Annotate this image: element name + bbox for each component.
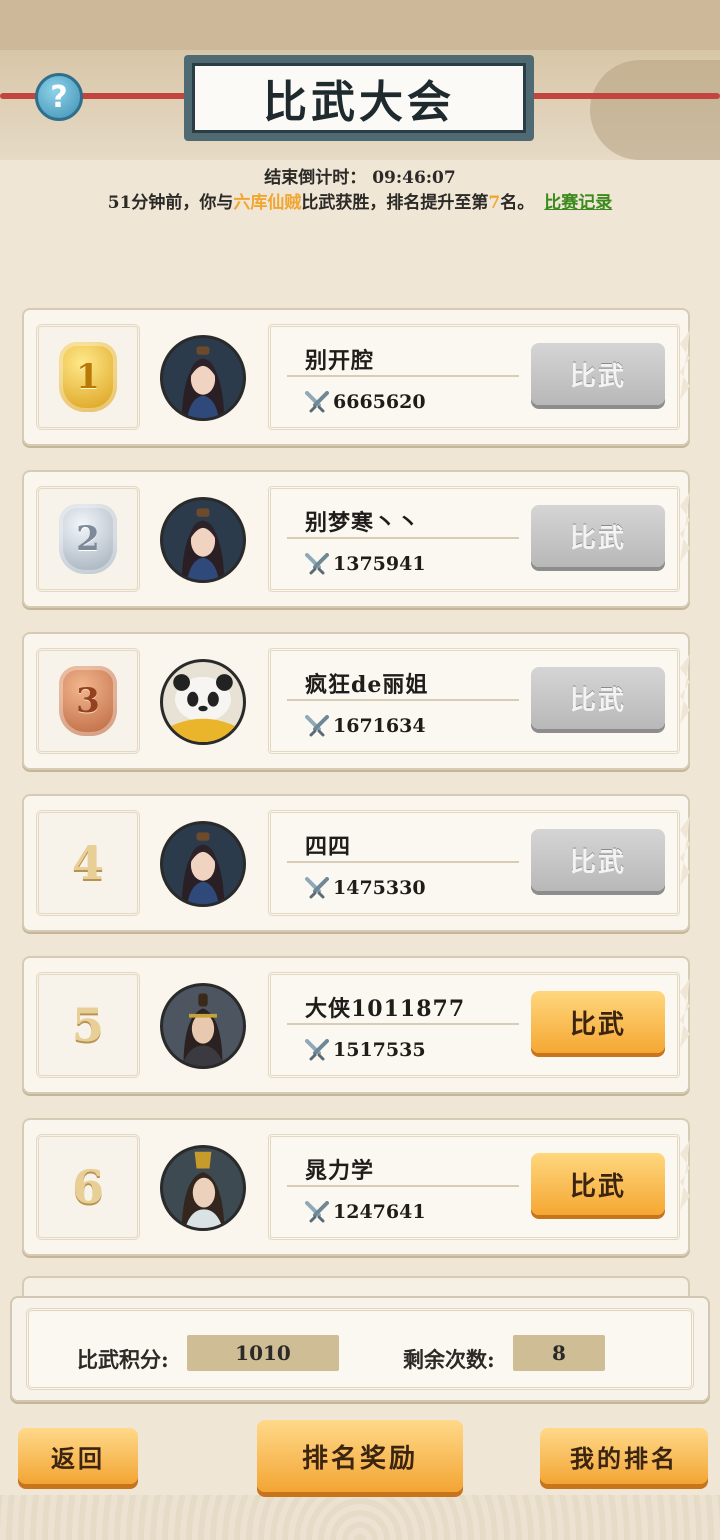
rank-badge: 2 xyxy=(36,486,140,592)
challenge-button[interactable]: 比武 xyxy=(531,1153,665,1215)
player-info: 别开腔 6665620 比武 xyxy=(268,324,680,430)
player-info: 别梦寒丶丶 1375941 比武 xyxy=(268,486,680,592)
challenge-button[interactable]: 比武 xyxy=(531,667,665,729)
divider xyxy=(287,537,519,539)
crossed-swords-icon xyxy=(305,391,329,413)
divider xyxy=(287,699,519,701)
challenge-button[interactable]: 比武 xyxy=(531,829,665,891)
challenge-button[interactable]: 比武 xyxy=(531,991,665,1053)
crossed-swords-icon xyxy=(305,1039,329,1061)
rank-number: 4 xyxy=(71,836,104,890)
rope-left-decoration xyxy=(0,93,200,99)
rank-badge: 1 xyxy=(36,324,140,430)
crossed-swords-icon xyxy=(305,877,329,899)
points-label: 比武积分: xyxy=(77,1347,169,1372)
avatar[interactable] xyxy=(160,821,246,907)
player-info: 四四 1475330 比武 xyxy=(268,810,680,916)
player-name: 别开腔 xyxy=(305,348,375,374)
combat-power-value: 1247641 xyxy=(333,1201,426,1223)
challenge-button[interactable]: 比武 xyxy=(531,343,665,405)
combat-power: 6665620 xyxy=(305,391,426,413)
combat-power: 1247641 xyxy=(305,1201,426,1223)
title-plaque: 比武大会 xyxy=(184,55,534,141)
notice-opponent: 六库仙贼 xyxy=(233,193,302,213)
avatar[interactable] xyxy=(160,497,246,583)
avatar[interactable] xyxy=(160,659,246,745)
combat-power: 1475330 xyxy=(305,877,426,899)
combat-power-value: 1671634 xyxy=(333,715,426,737)
rank-badge: 3 xyxy=(36,648,140,754)
player-name: 四四 xyxy=(305,834,352,860)
match-record-link[interactable]: 比赛记录 xyxy=(544,193,612,213)
back-button[interactable]: 返回 xyxy=(18,1428,138,1484)
ranking-card: 5 大侠1011877 1517535 比武 xyxy=(22,956,690,1094)
divider xyxy=(287,1023,519,1025)
combat-power: 1517535 xyxy=(305,1039,426,1061)
battle-notice: 51分钟前，你与六库仙贼比武获胜，排名提升至第7名。 比赛记录 xyxy=(0,188,720,213)
notice-rank: 7 xyxy=(488,193,501,213)
my-ranking-button[interactable]: 我的排名 xyxy=(540,1428,708,1484)
player-info: 晁力学 1247641 比武 xyxy=(268,1134,680,1240)
cloud-decoration xyxy=(590,60,720,160)
ranking-card: 2 别梦寒丶丶 1375941 比武 xyxy=(22,470,690,608)
combat-power-value: 1475330 xyxy=(333,877,426,899)
player-name: 晁力学 xyxy=(305,1158,375,1184)
divider xyxy=(287,375,519,377)
player-name: 大侠1011877 xyxy=(305,996,466,1022)
ranking-card: 1 别开腔 6665620 比武 xyxy=(22,308,690,446)
page-title: 比武大会 xyxy=(192,63,526,133)
combat-power-value: 1517535 xyxy=(333,1039,426,1061)
rank-badge: 6 xyxy=(36,1134,140,1240)
crossed-swords-icon xyxy=(305,1201,329,1223)
notice-prefix: 51分钟前，你与 xyxy=(107,193,234,213)
help-icon[interactable]: ? xyxy=(35,73,83,121)
avatar[interactable] xyxy=(160,1145,246,1231)
ranking-card: 3 疯狂de丽姐 1671634 比武 xyxy=(22,632,690,770)
rank-number: 6 xyxy=(71,1160,104,1214)
combat-power-value: 1375941 xyxy=(333,553,426,575)
player-name: 别梦寒丶丶 xyxy=(305,510,421,536)
challenge-button[interactable]: 比武 xyxy=(531,505,665,567)
rank-badge: 4 xyxy=(36,810,140,916)
combat-power: 1671634 xyxy=(305,715,426,737)
rope-right-decoration xyxy=(520,93,720,99)
notice-middle: 比武获胜，排名提升至第 xyxy=(301,193,489,213)
rank-number: 5 xyxy=(71,998,104,1052)
countdown-value: 09:46:07 xyxy=(372,168,456,188)
combat-power-value: 6665620 xyxy=(333,391,426,413)
stats-panel: 比武积分: 1010 剩余次数: 8 xyxy=(10,1296,710,1402)
divider xyxy=(287,861,519,863)
combat-power: 1375941 xyxy=(305,553,426,575)
bronze-medal-icon: 3 xyxy=(59,666,117,736)
points-value: 1010 xyxy=(187,1335,339,1371)
divider xyxy=(287,1185,519,1187)
gold-medal-icon: 1 xyxy=(59,342,117,412)
countdown-label: 结束倒计时： xyxy=(264,168,367,188)
silver-medal-icon: 2 xyxy=(59,504,117,574)
player-info: 大侠1011877 1517535 比武 xyxy=(268,972,680,1078)
countdown: 结束倒计时： 09:46:07 xyxy=(0,163,720,188)
avatar[interactable] xyxy=(160,335,246,421)
ranking-card: 4 四四 1475330 比武 xyxy=(22,794,690,932)
ranking-rewards-button[interactable]: 排名奖励 xyxy=(257,1420,463,1492)
notice-suffix: 名。 xyxy=(500,193,535,213)
remaining-value: 8 xyxy=(513,1335,605,1371)
rank-badge: 5 xyxy=(36,972,140,1078)
crossed-swords-icon xyxy=(305,553,329,575)
player-info: 疯狂de丽姐 1671634 比武 xyxy=(268,648,680,754)
ranking-card: 6 晁力学 1247641 比武 xyxy=(22,1118,690,1256)
wave-decoration xyxy=(0,1495,720,1540)
stats-inner: 比武积分: 1010 剩余次数: 8 xyxy=(26,1308,694,1390)
avatar[interactable] xyxy=(160,983,246,1069)
remaining-label: 剩余次数: xyxy=(403,1347,495,1372)
player-name: 疯狂de丽姐 xyxy=(305,672,429,698)
crossed-swords-icon xyxy=(305,715,329,737)
